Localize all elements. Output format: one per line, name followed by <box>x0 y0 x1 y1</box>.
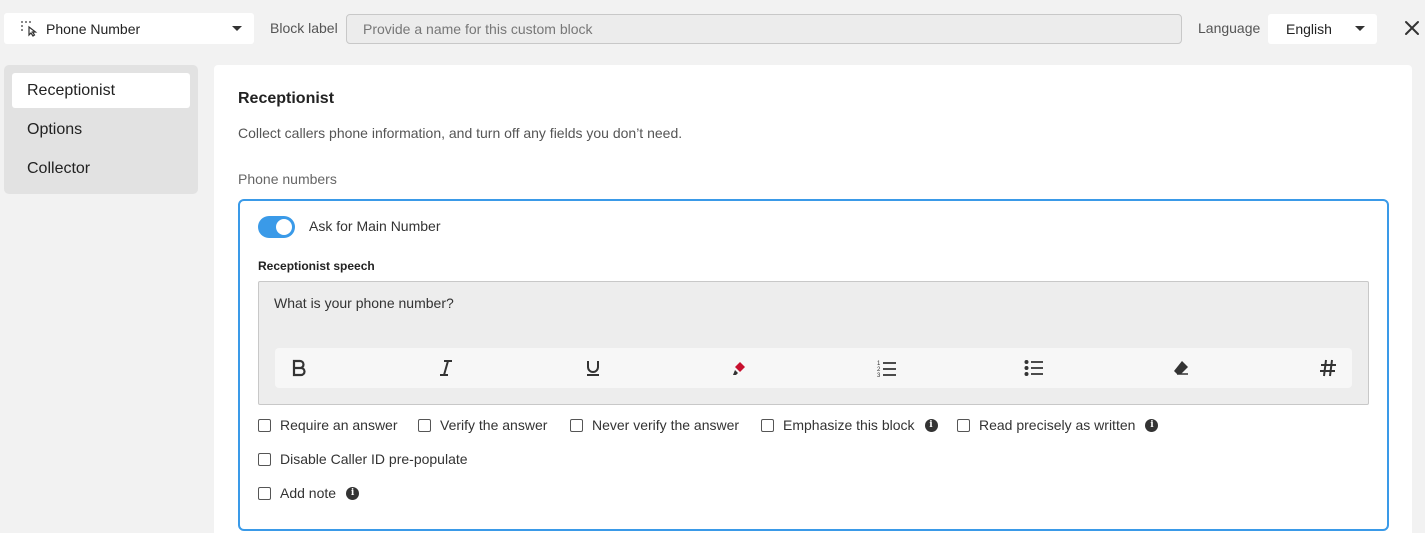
checkbox-box[interactable] <box>761 418 774 432</box>
add-note-checkbox[interactable]: Add note i <box>258 485 360 501</box>
block-label-input[interactable] <box>346 14 1182 44</box>
verify-answer-checkbox[interactable]: Verify the answer <box>418 417 547 433</box>
main-panel: Receptionist Collect callers phone infor… <box>214 65 1412 533</box>
phone-number-card: Ask for Main Number Receptionist speech … <box>238 199 1389 531</box>
sidebar-item-options[interactable]: Options <box>12 112 190 147</box>
underline-icon <box>587 361 599 376</box>
speech-editor[interactable]: What is your phone number? 1 2 3 <box>258 281 1369 405</box>
checkbox-row: Add note i <box>258 485 1378 507</box>
section-label: Phone numbers <box>238 171 337 187</box>
checkbox-box[interactable] <box>957 418 970 432</box>
require-answer-checkbox[interactable]: Require an answer <box>258 417 398 433</box>
chevron-down-icon <box>232 26 242 31</box>
bullet-list-icon <box>1024 360 1043 376</box>
close-button[interactable] <box>1402 18 1422 38</box>
checkbox-box[interactable] <box>570 418 583 432</box>
checkbox-label: Read precisely as written <box>979 417 1136 433</box>
hash-icon <box>1320 359 1336 377</box>
toggle-label: Ask for Main Number <box>309 218 441 234</box>
checkbox-box[interactable] <box>258 418 271 432</box>
info-icon[interactable]: i <box>346 486 360 500</box>
highlighter-icon <box>733 362 745 375</box>
speech-text[interactable]: What is your phone number? <box>274 295 454 311</box>
language-value: English <box>1286 21 1332 37</box>
ask-main-number-toggle[interactable] <box>258 216 295 238</box>
block-type-select[interactable]: Phone Number <box>4 13 254 44</box>
speech-label: Receptionist speech <box>258 259 375 273</box>
variable-button[interactable] <box>1316 356 1340 380</box>
pointer-grid-icon <box>20 20 40 38</box>
sidebar: Receptionist Options Collector <box>4 65 198 194</box>
checkbox-label: Require an answer <box>280 417 398 433</box>
read-precisely-checkbox[interactable]: Read precisely as written i <box>957 417 1159 433</box>
checkbox-label: Disable Caller ID pre-populate <box>280 451 468 467</box>
checkbox-label: Add note <box>280 485 337 501</box>
bold-icon <box>292 359 306 377</box>
language-select[interactable]: English <box>1268 14 1377 44</box>
highlight-button[interactable] <box>728 356 752 380</box>
ordered-list-icon: 1 2 3 <box>877 361 896 377</box>
language-caption: Language <box>1198 20 1261 36</box>
checkbox-label: Verify the answer <box>440 417 548 433</box>
checkbox-label: Never verify the answer <box>592 417 740 433</box>
italic-button[interactable] <box>434 356 458 380</box>
eraser-icon <box>1174 361 1188 375</box>
chevron-down-icon <box>1355 26 1365 31</box>
checkbox-box[interactable] <box>258 486 271 500</box>
sidebar-item-receptionist[interactable]: Receptionist <box>12 73 190 108</box>
page-title: Receptionist <box>238 90 335 107</box>
editor-toolbar: 1 2 3 <box>275 348 1352 388</box>
italic-icon <box>440 360 452 376</box>
checkbox-box[interactable] <box>258 452 271 466</box>
ordered-list-button[interactable]: 1 2 3 <box>875 356 899 380</box>
checkbox-label: Emphasize this block <box>783 417 915 433</box>
never-verify-checkbox[interactable]: Never verify the answer <box>570 417 739 433</box>
close-icon <box>1405 21 1419 35</box>
emphasize-checkbox[interactable]: Emphasize this block i <box>761 417 938 433</box>
top-bar: Phone Number Block label Language Englis… <box>0 0 1425 58</box>
info-icon[interactable]: i <box>924 418 938 432</box>
block-label-caption: Block label <box>270 20 338 36</box>
disable-caller-id-checkbox[interactable]: Disable Caller ID pre-populate <box>258 451 468 467</box>
info-icon[interactable]: i <box>1145 418 1159 432</box>
checkbox-row: Require an answer Verify the answer Neve… <box>258 417 1378 439</box>
page-description: Collect callers phone information, and t… <box>238 125 683 141</box>
underline-button[interactable] <box>581 356 605 380</box>
svg-text:3: 3 <box>877 373 881 377</box>
clear-format-button[interactable] <box>1169 356 1193 380</box>
bold-button[interactable] <box>287 356 311 380</box>
checkbox-row: Disable Caller ID pre-populate <box>258 451 1378 473</box>
block-type-label: Phone Number <box>46 20 141 37</box>
checkbox-box[interactable] <box>418 418 431 432</box>
sidebar-item-collector[interactable]: Collector <box>12 151 190 186</box>
bullet-list-button[interactable] <box>1022 356 1046 380</box>
